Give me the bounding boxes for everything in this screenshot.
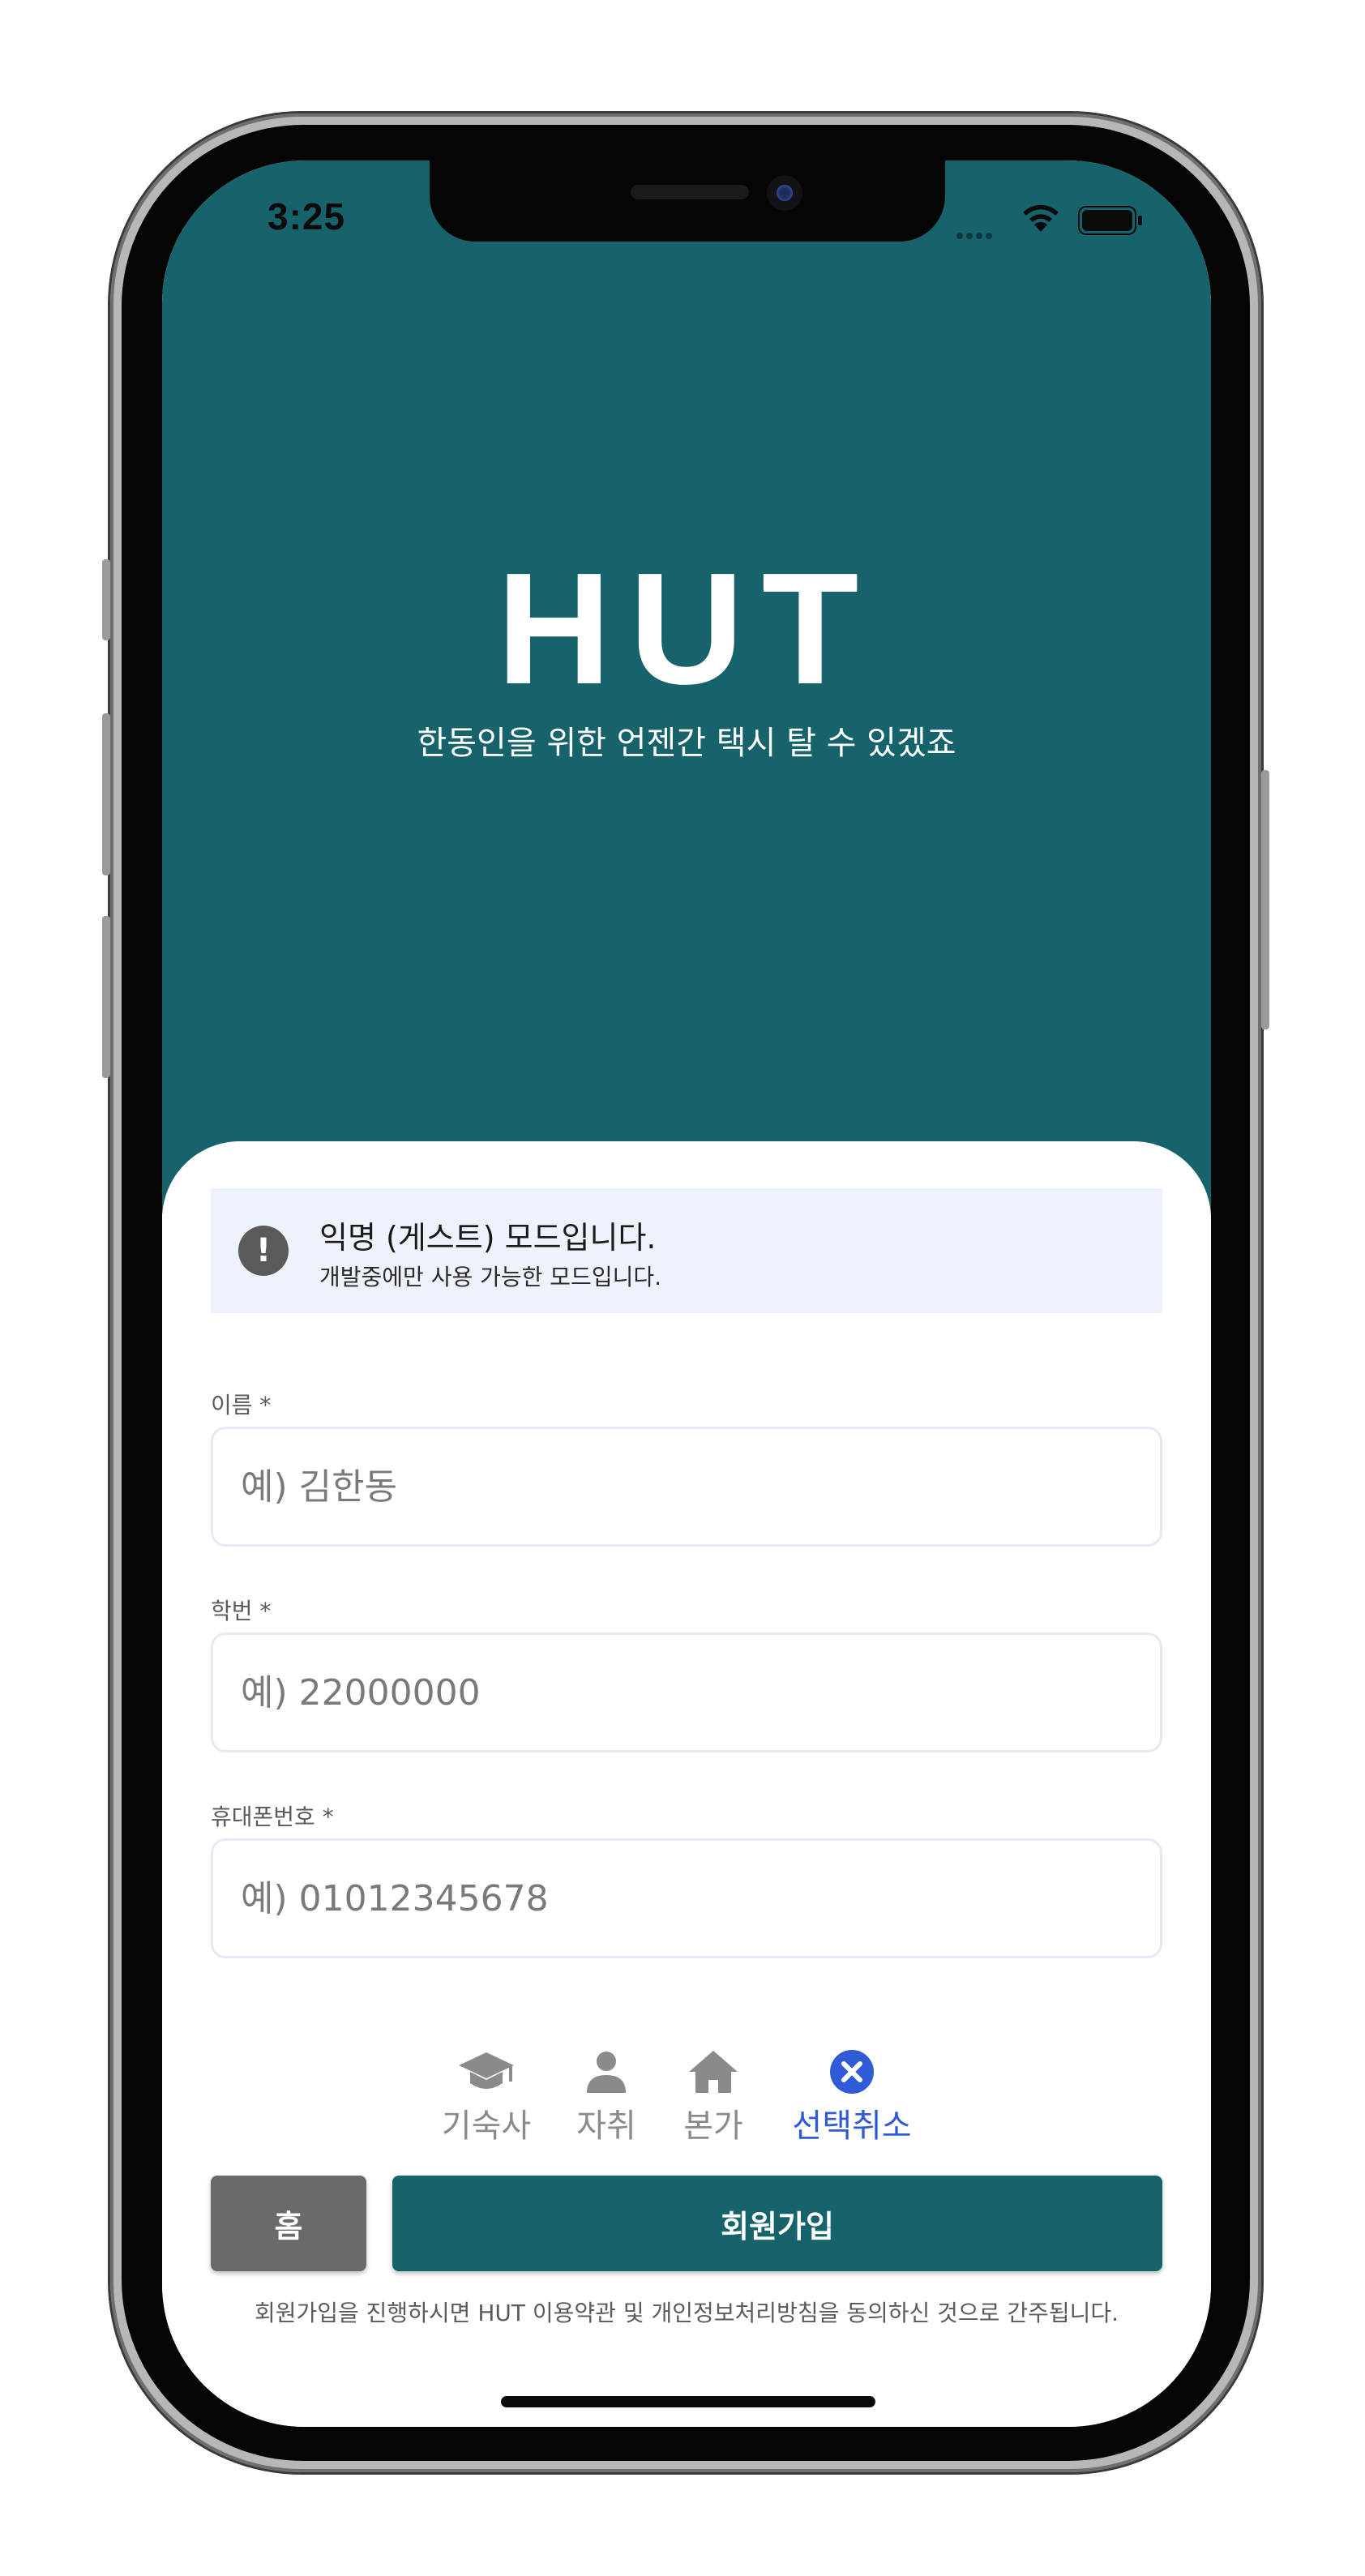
student-id-input[interactable]: [211, 1632, 1162, 1752]
housing-label-dormitory: 기숙사: [441, 2107, 532, 2145]
phone-label: 휴대폰번호 *: [211, 1804, 334, 1830]
wifi-icon: [1023, 204, 1059, 232]
person-icon: [587, 2052, 626, 2093]
name-input[interactable]: [211, 1427, 1162, 1547]
signup-button[interactable]: 회원가입: [392, 2176, 1162, 2271]
status-time: 3:25: [267, 195, 346, 237]
phone-screen: 3:25 HUT 한동인을 위한 언젠간 택시 탈 수 있겠죠 ! 익명 (게스…: [162, 160, 1211, 2427]
alert-description: 개발중에만 사용 가능한 모드입니다.: [319, 1264, 662, 1290]
silent-switch: [102, 559, 110, 640]
app-subtitle: 한동인을 위한 언젠간 택시 탈 수 있겠죠: [417, 725, 956, 762]
terms-notice: 회원가입을 진행하시면 HUT 이용약관 및 개인정보처리방침을 동의하신 것으…: [254, 2300, 1119, 2326]
student-id-label: 학번 *: [211, 1598, 272, 1624]
speaker-grille: [631, 185, 749, 199]
guest-mode-alert: ! 익명 (게스트) 모드입니다. 개발중에만 사용 가능한 모드입니다.: [211, 1188, 1162, 1313]
exclamation-icon: !: [238, 1226, 289, 1276]
battery-icon: [1078, 206, 1142, 235]
app-title: HUT: [496, 540, 877, 717]
housing-label-deselect: 선택취소: [792, 2107, 912, 2145]
volume-down-button: [102, 916, 110, 1078]
alert-title: 익명 (게스트) 모드입니다.: [319, 1220, 657, 1256]
signal-icon: [956, 227, 1005, 239]
volume-up-button: [102, 713, 110, 875]
close-circle-icon: [830, 2050, 874, 2094]
notch: [430, 160, 945, 242]
power-button: [1261, 770, 1269, 1029]
phone-input[interactable]: [211, 1838, 1162, 1958]
home-button[interactable]: 홈: [211, 2176, 366, 2271]
housing-option-deselect[interactable]: 선택취소: [791, 2049, 913, 2146]
home-indicator[interactable]: [501, 2396, 875, 2407]
name-label: 이름 *: [211, 1392, 272, 1419]
housing-option-home[interactable]: 본가: [681, 2049, 746, 2146]
housing-label-self: 자취: [576, 2107, 636, 2145]
housing-option-self[interactable]: 자취: [574, 2049, 639, 2146]
hero-banner: 3:25 HUT 한동인을 위한 언젠간 택시 탈 수 있겠죠: [162, 160, 1211, 1214]
housing-option-dormitory[interactable]: 기숙사: [439, 2049, 533, 2146]
housing-label-home: 본가: [683, 2107, 743, 2145]
signup-sheet: ! 익명 (게스트) 모드입니다. 개발중에만 사용 가능한 모드입니다. 이름…: [162, 1141, 1211, 2427]
house-icon: [689, 2051, 738, 2093]
housing-selector: 기숙사 자취 본가 선택취소: [162, 2049, 1211, 2155]
front-camera: [767, 175, 802, 211]
graduation-cap-icon: [459, 2052, 514, 2089]
